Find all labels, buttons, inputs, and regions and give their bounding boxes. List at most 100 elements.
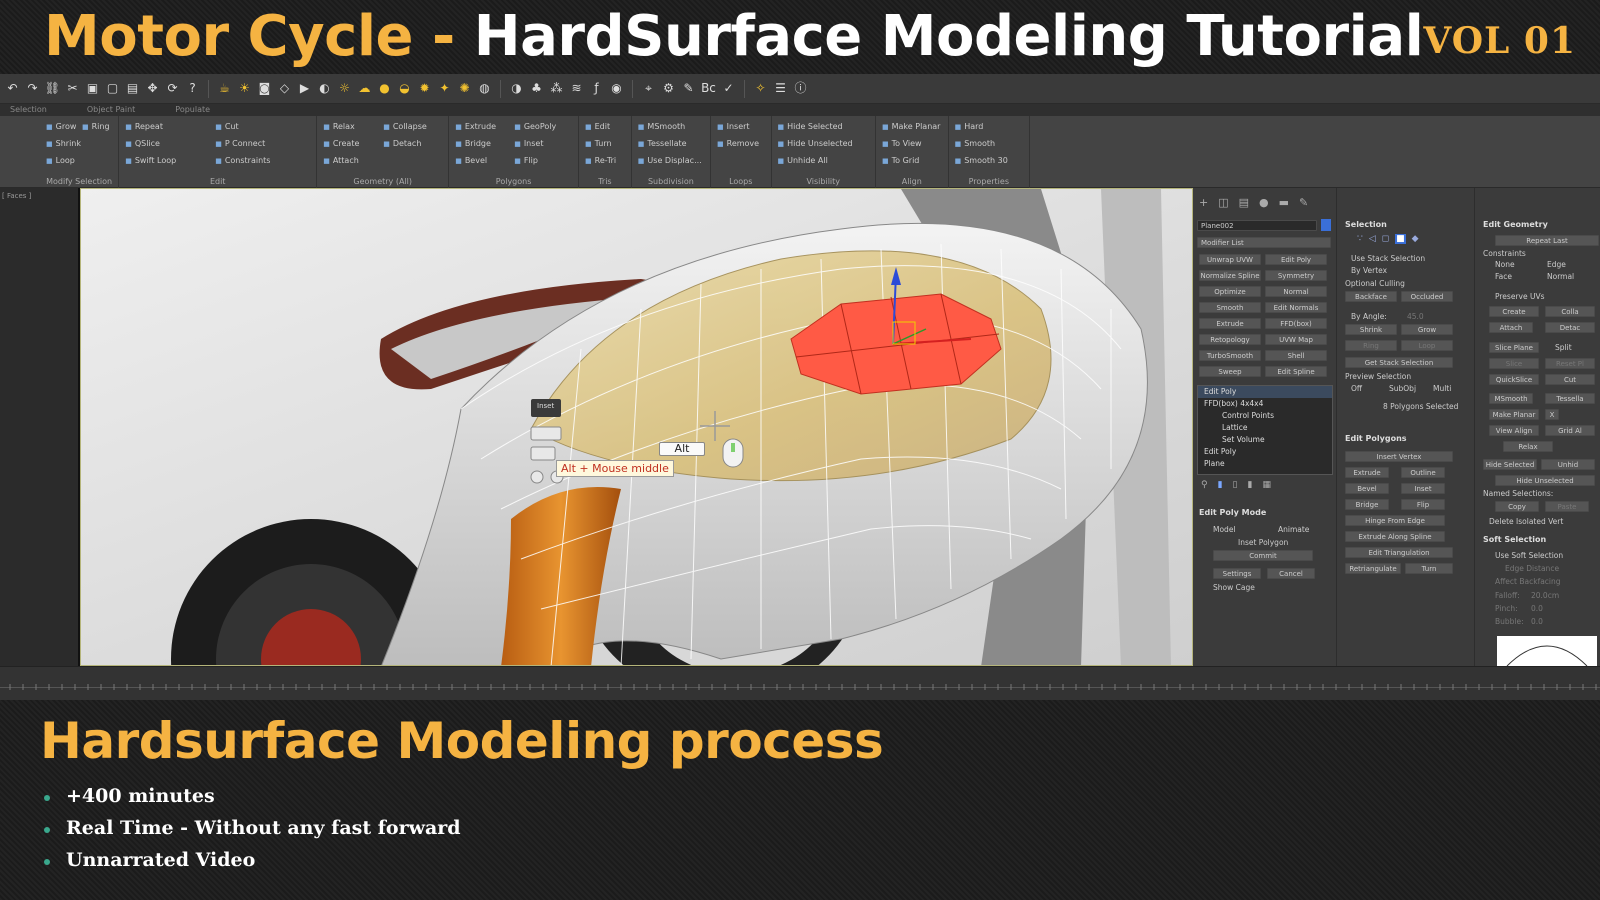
occluded-button[interactable]: Occluded [1401,291,1453,302]
object-name-field[interactable]: Plane002 [1197,220,1317,231]
by-angle-value[interactable]: 45.0 [1407,312,1424,321]
configure-sets-icon[interactable]: ▦ [1262,480,1271,490]
check-icon[interactable]: ✓ [720,80,737,97]
vertex-mode-icon[interactable]: ∵ [1357,234,1363,244]
ribbon-use-displac-button[interactable]: Use Displac... [638,156,701,165]
shrink-button[interactable]: Shrink [1345,324,1397,335]
use-soft-selection-checkbox[interactable]: Use Soft Selection [1495,551,1563,560]
modifier-stack-item[interactable]: Lattice [1198,422,1332,434]
ribbon-collapse-button[interactable]: Collapse [383,122,427,131]
get-stack-selection-button[interactable]: Get Stack Selection [1345,357,1453,368]
grid-align-button[interactable]: Grid Al [1545,425,1595,436]
teapot-icon[interactable]: ☕ [216,80,233,97]
element-mode-icon[interactable]: ◆ [1412,234,1419,244]
sunburst-icon[interactable]: ✺ [456,80,473,97]
daylight-icon[interactable]: ✹ [416,80,433,97]
loop-button[interactable]: Loop [1401,340,1453,351]
hair-icon[interactable]: ≋ [568,80,585,97]
undo-icon[interactable]: ↶ [4,80,21,97]
modifier-turbosmooth-button[interactable]: TurboSmooth [1199,350,1261,361]
modifier-ffd-box-button[interactable]: FFD(box) [1265,318,1327,329]
quickslice-button[interactable]: QuickSlice [1489,374,1539,385]
ribbon-repeat-button[interactable]: Repeat [125,122,163,131]
extrude-along-spline-button[interactable]: Extrude Along Spline [1345,531,1445,542]
ribbon-create-button[interactable]: Create [323,139,360,148]
ribbon-unhide-all-button[interactable]: Unhide All [778,156,828,165]
ribbon-group-label[interactable]: Polygons [449,177,578,186]
slice-plane-button[interactable]: Slice Plane [1489,342,1539,353]
render-icon[interactable]: ▶ [296,80,313,97]
ribbon-constraints-button[interactable]: Constraints [215,156,271,165]
ribbon-inset-button[interactable]: Inset [514,139,544,148]
edge-distance-checkbox[interactable]: Edge Distance [1505,564,1559,573]
tab-selection[interactable]: Selection [10,104,47,116]
planar-x-button[interactable]: X [1545,409,1559,420]
ribbon-group-label[interactable]: Subdivision [632,177,710,186]
edit-polygons-head[interactable]: Edit Polygons [1345,434,1407,443]
grow-button[interactable]: Grow [1401,324,1453,335]
bulb-icon[interactable]: ✧ [752,80,769,97]
make-unique-icon[interactable]: ▯ [1233,480,1238,490]
preview-off-radio[interactable]: Off [1351,384,1362,393]
ribbon-grow-button[interactable]: Grow [46,122,77,131]
pinch-value[interactable]: 0.0 [1531,604,1543,613]
bridge-button[interactable]: Bridge [1345,499,1389,510]
use-stack-selection[interactable]: Use Stack Selection [1351,254,1425,263]
modifier-sweep-button[interactable]: Sweep [1199,366,1261,377]
edit-poly-mode-head[interactable]: Edit Poly Mode [1199,508,1266,517]
sphere-icon[interactable]: ● [376,80,393,97]
copy-button[interactable]: Copy [1495,501,1539,512]
settings-button[interactable]: Settings [1213,568,1261,579]
ribbon-ring-button[interactable]: Ring [82,122,110,131]
modifier-smooth-button[interactable]: Smooth [1199,302,1261,313]
ribbon-shrink-button[interactable]: Shrink [46,139,81,148]
hide-unselected-button[interactable]: Hide Unselected [1495,475,1595,486]
retriangulate-button[interactable]: Retriangulate [1345,563,1401,574]
motorcycle-model[interactable] [81,189,1193,666]
camera-icon[interactable]: ◙ [256,80,273,97]
ring-button[interactable]: Ring [1345,340,1397,351]
list-icon[interactable]: ☰ [772,80,789,97]
attach-button[interactable]: Attach [1489,322,1533,333]
ribbon-hide-selected-button[interactable]: Hide Selected [778,122,842,131]
material-icon[interactable]: ◐ [316,80,333,97]
modifier-stack-item[interactable]: Edit Poly [1198,446,1332,458]
ribbon-group-label[interactable]: Visibility [772,177,876,186]
delete-isolated-checkbox[interactable]: Delete Isolated Vert [1489,517,1563,526]
ribbon-group-label[interactable]: Edit [119,177,316,186]
ribbon-swift-loop-button[interactable]: Swift Loop [125,156,176,165]
modifier-edit-spline-button[interactable]: Edit Spline [1265,366,1327,377]
modifier-edit-normals-button[interactable]: Edit Normals [1265,302,1327,313]
preserve-uvs-checkbox[interactable]: Preserve UVs [1495,292,1545,301]
help-icon[interactable]: ? [184,80,201,97]
constraint-normal-radio[interactable]: Normal [1547,272,1574,281]
ribbon-hard-button[interactable]: Hard [955,122,983,131]
paint-icon[interactable]: ✎ [680,80,697,97]
bevel-button[interactable]: Bevel [1345,483,1389,494]
ribbon-bevel-button[interactable]: Bevel [455,156,487,165]
hide-selected-button[interactable]: Hide Selected [1483,459,1537,470]
move-icon[interactable]: ✥ [144,80,161,97]
modifier-edit-poly-button[interactable]: Edit Poly [1265,254,1327,265]
tessellate-button[interactable]: Tessella [1545,393,1595,404]
window-icon[interactable]: ▤ [124,80,141,97]
ribbon-detach-button[interactable]: Detach [383,139,422,148]
tab-object-paint[interactable]: Object Paint [87,104,135,116]
ribbon-to-view-button[interactable]: To View [882,139,922,148]
ribbon-smooth-button[interactable]: Smooth [955,139,995,148]
make-planar-button[interactable]: Make Planar [1489,409,1539,420]
ribbon-smooth-30-button[interactable]: Smooth 30 [955,156,1008,165]
unhide-all-button[interactable]: Unhid [1541,459,1595,470]
ribbon-tessellate-button[interactable]: Tessellate [638,139,686,148]
by-vertex-checkbox[interactable]: By Vertex [1351,266,1387,275]
shader-icon[interactable]: ◑ [508,80,525,97]
border-mode-icon[interactable]: ◻ [1382,234,1389,244]
backface-button[interactable]: Backface [1345,291,1397,302]
outline-button[interactable]: Outline [1401,467,1445,478]
modifier-normal-button[interactable]: Normal [1265,286,1327,297]
detach-button[interactable]: Detac [1545,322,1595,333]
fx-icon[interactable]: ƒ [588,80,605,97]
ribbon-make-planar-button[interactable]: Make Planar [882,122,941,131]
ball-icon[interactable]: ◉ [608,80,625,97]
pin-stack-icon[interactable]: ⚲ [1201,480,1208,490]
